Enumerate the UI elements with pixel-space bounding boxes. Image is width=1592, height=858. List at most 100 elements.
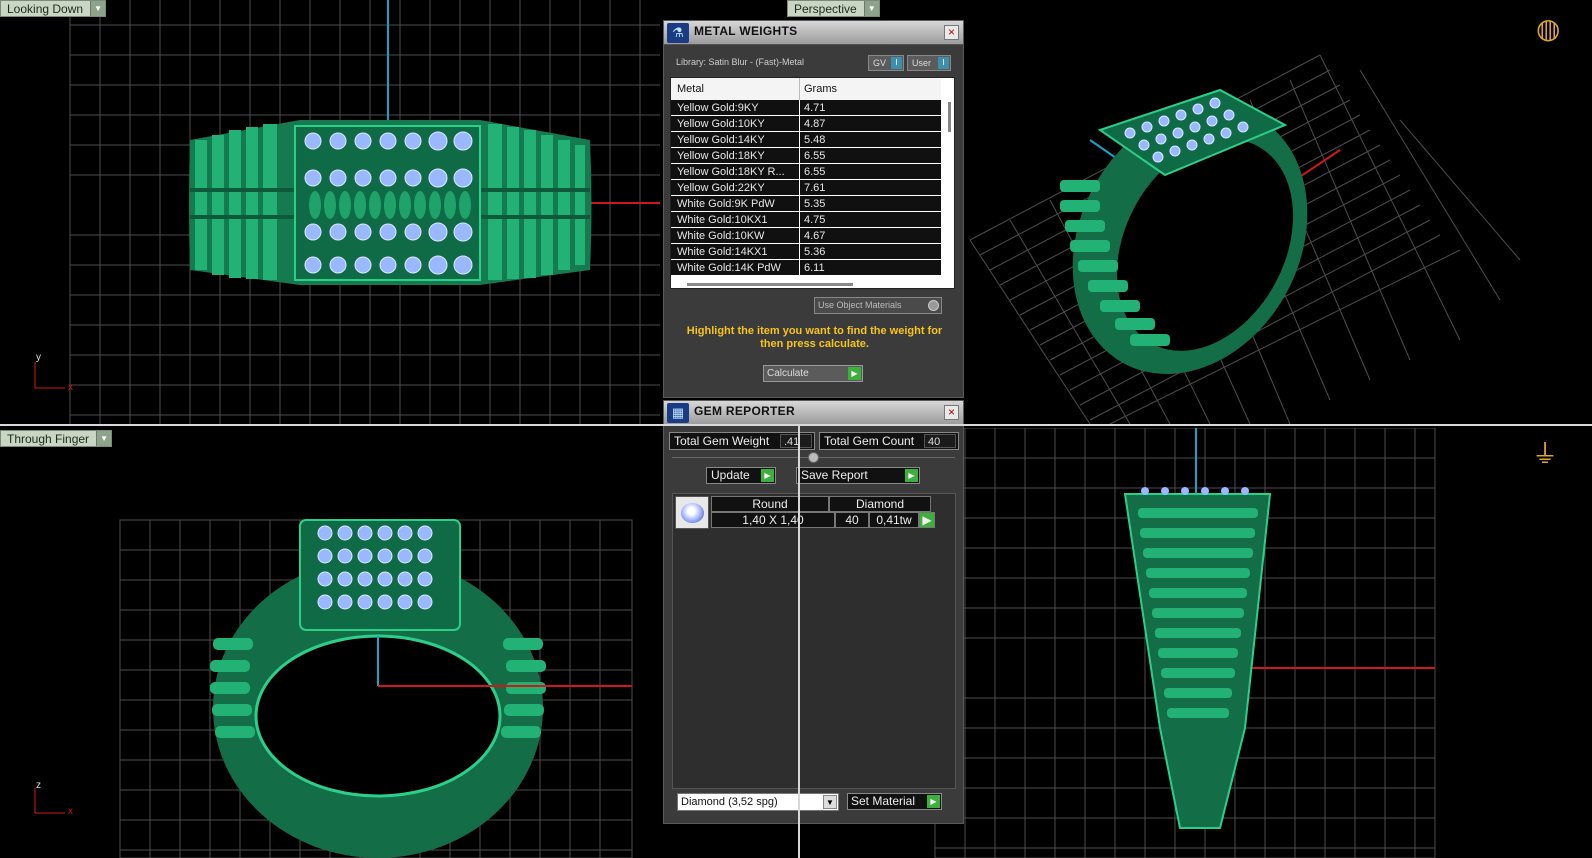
- use-object-materials-toggle[interactable]: Use Object Materials: [814, 297, 942, 314]
- gem-material: Diamond: [829, 496, 931, 512]
- through-finger-scene: [34, 519, 633, 858]
- table-row[interactable]: White Gold:14K PdW 6.11: [671, 260, 941, 276]
- table-row[interactable]: Yellow Gold:18KY R... 6.55: [671, 164, 941, 180]
- metal-grams: 6.55: [804, 150, 826, 162]
- looking-down-scene: [34, 0, 660, 424]
- metal-grams: 6.11: [804, 262, 825, 274]
- chevron-down-icon[interactable]: ▼: [823, 795, 837, 809]
- chevron-down-icon[interactable]: ▼: [863, 1, 879, 16]
- viewport-label-looking-down[interactable]: Looking Down ▼: [0, 0, 107, 17]
- flask-icon: ⚗: [667, 23, 689, 43]
- metal-grams: 5.36: [804, 246, 826, 258]
- horizontal-scrollbar[interactable]: [687, 283, 853, 286]
- metal-name: Yellow Gold:18KY: [677, 150, 765, 162]
- metal-grams: 7.61: [804, 182, 826, 194]
- save-report-button[interactable]: Save Report ▶: [796, 467, 920, 484]
- viewport-divider-horizontal[interactable]: [0, 424, 1592, 426]
- column-header-metal[interactable]: Metal: [677, 83, 704, 95]
- column-separator: [799, 228, 800, 244]
- toggle-indicator-icon: I: [938, 57, 949, 69]
- column-separator: [799, 116, 800, 132]
- set-material-button[interactable]: Set Material ▶: [847, 793, 942, 810]
- column-separator: [799, 244, 800, 260]
- metal-weights-title: METAL WEIGHTS: [694, 24, 798, 38]
- viewport-label-through-finger[interactable]: Through Finger ▼: [0, 430, 113, 447]
- metal-grams: 4.71: [804, 102, 826, 114]
- diamond-gem-icon: [681, 503, 704, 523]
- gem-reporter-header[interactable]: ▦ GEM REPORTER ×: [664, 401, 963, 425]
- axis-label-x: x: [68, 382, 73, 393]
- close-button[interactable]: ×: [944, 405, 959, 420]
- metal-grams: 4.87: [804, 118, 826, 130]
- gem-reporter-panel: ▦ GEM REPORTER × Total Gem Weight .41 To…: [663, 400, 964, 824]
- round-diamond-icon: [675, 496, 709, 529]
- metal-grams: 4.67: [804, 230, 826, 242]
- table-row[interactable]: Yellow Gold:22KY 7.61: [671, 180, 941, 196]
- metal-weights-header[interactable]: ⚗ METAL WEIGHTS ×: [664, 21, 963, 45]
- play-icon: ▶: [848, 367, 861, 380]
- metal-name: Yellow Gold:18KY R...: [677, 166, 785, 178]
- gem-size: 1,40 X 1,40: [711, 512, 835, 528]
- axis-label-y: y: [36, 352, 41, 363]
- viewport-label-text: Looking Down: [7, 2, 84, 16]
- column-separator: [799, 132, 800, 148]
- radio-icon[interactable]: [928, 300, 939, 311]
- viewport-through-finger[interactable]: Through Finger ▼ z x: [0, 428, 660, 858]
- column-separator: [799, 260, 800, 276]
- update-label: Update: [711, 468, 750, 482]
- metal-name: Yellow Gold:14KY: [677, 134, 765, 146]
- save-report-label: Save Report: [801, 468, 868, 482]
- collapse-handle-icon[interactable]: [808, 452, 819, 463]
- axis-label-z: z: [36, 780, 41, 791]
- ring-side-view-icon[interactable]: ⏚: [1532, 434, 1558, 471]
- vertical-scrollbar[interactable]: [948, 102, 951, 132]
- viewport-looking-down[interactable]: Looking Down ▼ y x: [0, 0, 660, 424]
- total-gem-count: Total Gem Count 40: [819, 432, 959, 450]
- metal-grams: 5.35: [804, 198, 826, 210]
- gem-reporter-title: GEM REPORTER: [694, 404, 795, 418]
- metal-name: White Gold:9K PdW: [677, 198, 775, 210]
- table-row[interactable]: Yellow Gold:9KY 4.71: [671, 100, 941, 116]
- user-toggle-label: User: [912, 58, 932, 68]
- metal-name: White Gold:14K PdW: [677, 262, 781, 274]
- calculate-button[interactable]: Calculate ▶: [763, 365, 863, 382]
- metal-grams: 5.48: [804, 134, 826, 146]
- metal-name: White Gold:10KX1: [677, 214, 768, 226]
- gem-count: 40: [835, 512, 869, 528]
- table-row[interactable]: White Gold:10KW 4.67: [671, 228, 941, 244]
- calculate-label: Calculate: [767, 368, 809, 379]
- user-toggle[interactable]: User I: [907, 55, 951, 71]
- table-row[interactable]: Yellow Gold:10KY 4.87: [671, 116, 941, 132]
- total-gem-weight: Total Gem Weight .41: [669, 432, 815, 450]
- update-button[interactable]: Update ▶: [706, 467, 776, 484]
- metal-table: Metal Grams Yellow Gold:9KY 4.71 Yellow G…: [670, 77, 955, 289]
- close-button[interactable]: ×: [944, 25, 959, 40]
- table-row[interactable]: White Gold:10KX1 4.75: [671, 212, 941, 228]
- app-root: Looking Down ▼ y x Perspective ▼ ◍ Throu…: [0, 0, 1592, 858]
- material-select-value: Diamond (3,52 spg): [681, 796, 778, 808]
- play-icon[interactable]: ▶: [919, 512, 935, 528]
- column-separator: [799, 180, 800, 196]
- column-separator: [799, 100, 800, 116]
- column-header-grams[interactable]: Grams: [804, 83, 837, 95]
- table-row[interactable]: White Gold:14KX1 5.36: [671, 244, 941, 260]
- gv-toggle[interactable]: GV I: [868, 55, 904, 71]
- play-icon: ▶: [905, 469, 918, 482]
- chevron-down-icon[interactable]: ▼: [96, 431, 112, 446]
- table-row[interactable]: Yellow Gold:14KY 5.48: [671, 132, 941, 148]
- gem-weight: 0,41tw: [869, 512, 919, 528]
- table-row[interactable]: Yellow Gold:18KY 6.55: [671, 148, 941, 164]
- metal-name: Yellow Gold:10KY: [677, 118, 765, 130]
- metal-table-header: Metal Grams: [671, 78, 941, 100]
- chevron-down-icon[interactable]: ▼: [90, 1, 106, 16]
- metal-table-body: Yellow Gold:9KY 4.71 Yellow Gold:10KY 4.87…: [671, 100, 941, 276]
- viewport-label-perspective[interactable]: Perspective ▼: [787, 0, 880, 17]
- total-gem-count-value: 40: [924, 434, 956, 448]
- gv-toggle-label: GV: [873, 58, 887, 68]
- table-row[interactable]: White Gold:9K PdW 5.35: [671, 196, 941, 212]
- ring-view-icon[interactable]: ◍: [1536, 12, 1560, 45]
- material-select[interactable]: Diamond (3,52 spg) ▼: [677, 793, 839, 811]
- viewport-divider-vertical[interactable]: [798, 424, 800, 858]
- metal-name: Yellow Gold:9KY: [677, 102, 759, 114]
- metal-name: White Gold:10KW: [677, 230, 765, 242]
